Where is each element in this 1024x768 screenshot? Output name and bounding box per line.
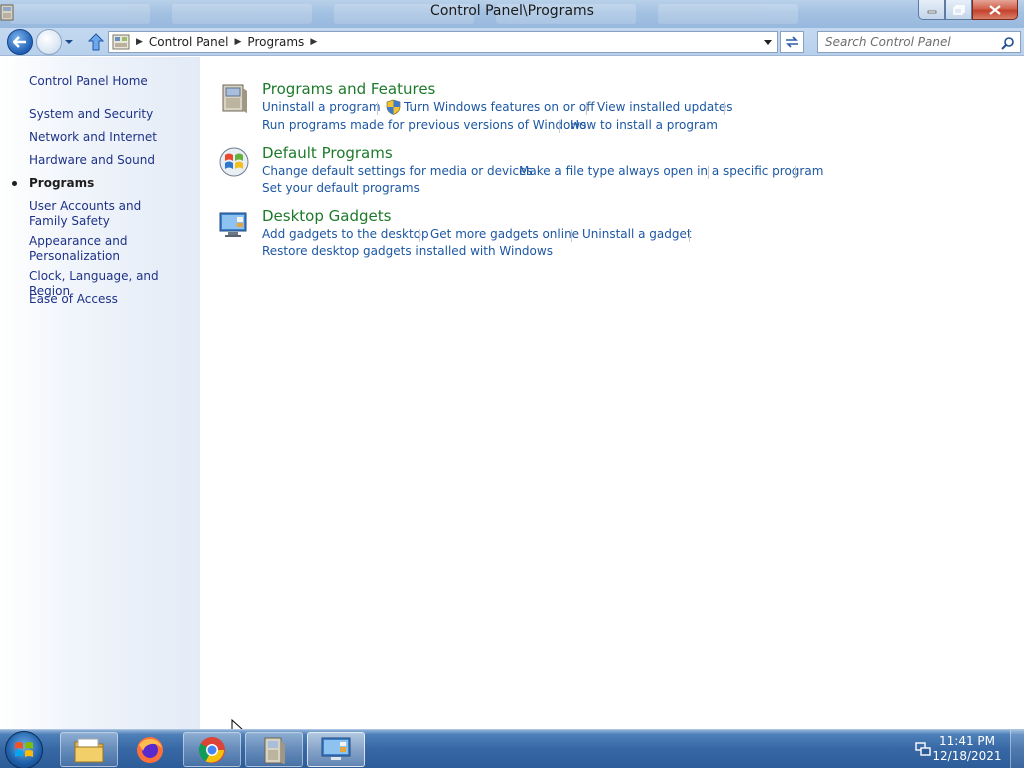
link-separator <box>377 102 378 115</box>
link-run-previous-versions[interactable]: Run programs made for previous versions … <box>262 118 586 132</box>
caption-buttons <box>918 0 1018 20</box>
address-dropdown-icon[interactable] <box>763 39 773 47</box>
taskbar-chrome-button[interactable] <box>183 732 241 767</box>
shield-icon <box>386 99 401 115</box>
link-separator <box>559 120 560 133</box>
link-separator <box>724 102 725 115</box>
link-get-more-gadgets[interactable]: Get more gadgets online <box>430 227 579 241</box>
refresh-icon <box>786 36 798 48</box>
main-content: Programs and Features Uninstall a progra… <box>200 57 1024 729</box>
maximize-button[interactable] <box>945 0 972 20</box>
control-panel-icon <box>264 737 285 764</box>
sidebar-item-programs[interactable]: Programs <box>29 176 194 191</box>
link-separator <box>586 102 587 115</box>
windows-logo-icon <box>15 742 33 757</box>
windows-explorer-icon <box>74 738 104 762</box>
clock-date: 12/18/2021 <box>932 749 1002 763</box>
sidebar-item-user-accounts[interactable]: User Accounts and Family Safety <box>29 199 179 229</box>
minimize-icon <box>927 10 936 13</box>
link-uninstall-program[interactable]: Uninstall a program <box>262 100 381 114</box>
taskbar-gadgets-button[interactable] <box>307 732 365 767</box>
link-turn-windows-features[interactable]: Turn Windows features on or off <box>404 100 595 114</box>
show-desktop-button[interactable] <box>1010 730 1024 768</box>
taskbar-control-panel-button[interactable] <box>245 732 303 767</box>
left-navigation-pane: Control Panel Home System and Security N… <box>0 57 200 729</box>
sidebar-item-network-internet[interactable]: Network and Internet <box>29 130 194 145</box>
address-bar[interactable]: ▶ Control Panel ▶ Programs ▶ <box>108 31 778 53</box>
link-set-default-programs[interactable]: Set your default programs <box>262 181 420 195</box>
link-uninstall-gadget[interactable]: Uninstall a gadget <box>582 227 692 241</box>
minimize-button[interactable] <box>918 0 945 20</box>
sidebar-item-hardware-sound[interactable]: Hardware and Sound <box>29 153 194 168</box>
default-programs-icon[interactable] <box>218 146 250 178</box>
link-restore-gadgets[interactable]: Restore desktop gadgets installed with W… <box>262 244 553 258</box>
restore-icon <box>952 4 965 15</box>
link-separator <box>419 229 420 242</box>
back-button[interactable] <box>7 29 33 55</box>
chrome-icon <box>198 736 225 763</box>
link-separator <box>571 229 572 242</box>
up-level-icon[interactable] <box>87 32 105 52</box>
clock-time: 11:41 PM <box>939 734 995 748</box>
sidebar-item-system-security[interactable]: System and Security <box>29 107 194 122</box>
programs-features-icon[interactable] <box>218 82 250 114</box>
link-change-default-media[interactable]: Change default settings for media or dev… <box>262 164 533 178</box>
navigation-bar: ▶ Control Panel ▶ Programs ▶ <box>0 28 1024 56</box>
refresh-button[interactable] <box>780 31 804 53</box>
breadcrumb-programs[interactable]: Programs <box>247 35 304 49</box>
search-input[interactable] <box>818 32 998 52</box>
taskbar: 11:41 PM 12/18/2021 <box>0 729 1024 768</box>
firefox-icon <box>137 736 163 763</box>
category-title-programs-features[interactable]: Programs and Features <box>262 80 435 98</box>
desktop-gadgets-icon[interactable] <box>218 209 250 241</box>
link-separator <box>689 229 690 242</box>
control-panel-address-icon <box>112 34 130 50</box>
link-file-type-association[interactable]: Make a file type always open in a specif… <box>519 164 823 178</box>
window-title: Control Panel\Programs <box>430 3 594 19</box>
close-icon <box>989 4 1001 15</box>
breadcrumb-separator[interactable]: ▶ <box>136 37 143 47</box>
gadgets-icon <box>321 737 351 760</box>
search-box[interactable] <box>817 31 1021 53</box>
link-add-gadgets[interactable]: Add gadgets to the desktop <box>262 227 429 241</box>
search-icon[interactable] <box>1001 36 1015 50</box>
recent-pages-dropdown-icon[interactable] <box>64 38 74 46</box>
active-item-bullet <box>12 181 17 186</box>
title-bar: Control Panel\Programs <box>0 0 1024 28</box>
link-view-installed-updates[interactable]: View installed updates <box>597 100 733 114</box>
link-separator <box>795 166 796 179</box>
taskbar-firefox-button[interactable] <box>121 732 179 767</box>
sidebar-item-control-panel-home[interactable]: Control Panel Home <box>29 74 194 89</box>
category-title-default-programs[interactable]: Default Programs <box>262 144 393 162</box>
system-clock[interactable]: 11:41 PM 12/18/2021 <box>932 734 1002 764</box>
start-button[interactable] <box>5 731 43 768</box>
sidebar-item-ease-of-access[interactable]: Ease of Access <box>29 292 194 307</box>
back-arrow-icon <box>13 36 26 48</box>
sidebar-item-appearance[interactable]: Appearance and Personalization <box>29 234 129 264</box>
breadcrumb-control-panel[interactable]: Control Panel <box>149 35 229 49</box>
taskbar-explorer-button[interactable] <box>60 732 118 767</box>
link-how-to-install[interactable]: How to install a program <box>570 118 718 132</box>
network-tray-icon[interactable] <box>915 741 931 757</box>
close-button[interactable] <box>972 0 1018 20</box>
breadcrumb-separator[interactable]: ▶ <box>310 37 317 47</box>
category-title-desktop-gadgets[interactable]: Desktop Gadgets <box>262 207 391 225</box>
breadcrumb-separator[interactable]: ▶ <box>235 37 242 47</box>
forward-button[interactable] <box>36 29 62 55</box>
